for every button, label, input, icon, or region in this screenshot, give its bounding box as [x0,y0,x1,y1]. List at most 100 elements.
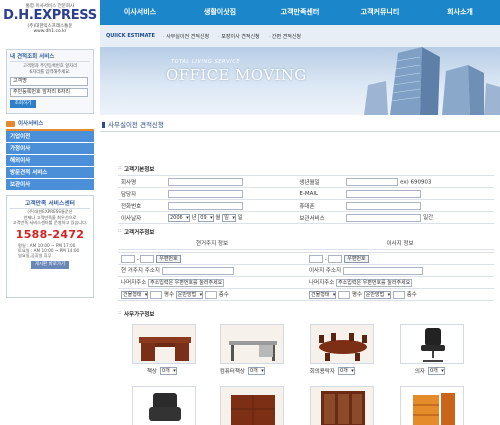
meeting-table-image [310,324,374,364]
sidebar-item-home[interactable]: 가정이사 [6,143,94,155]
sub-nav-simple-estimate[interactable]: 간편 견적신청 [269,33,301,40]
phone-label: 전화번호 [118,199,165,212]
mobile-label: 휴대폰 [296,199,344,212]
sub-nav-quick-estimate[interactable]: QUIICK ESTIMATE [106,33,155,39]
estimate-lookup-title: 내 견적조회 서비스 [10,52,90,62]
sidebar-item-visit-estimate[interactable]: 방문견적 서비스 [6,167,94,179]
logo-block[interactable]: 통합 이사서비스 전문회사 D.H.EXPRESS (주)대한익스프레스통운 w… [0,0,100,47]
current-building-select[interactable]: 건물형태 [121,290,149,299]
year-select[interactable]: 2006 [168,213,190,222]
email-label: E-MAIL [296,187,344,200]
sofa-image [132,386,196,425]
furniture-item-chair: 의자 0개 [390,324,474,376]
page-title: 사무실이전 견적신청 [100,118,500,132]
current-zip-button[interactable]: 우편번호 [156,254,181,263]
top-nav-living[interactable]: 생활이삿짐 [180,0,260,25]
current-floor-label: 층수 [218,292,229,299]
manager-label: 담당자 [118,187,165,200]
current-zip1-input[interactable] [121,254,135,263]
furniture-name: 회의용탁자 [309,368,335,375]
day-select[interactable]: 일 [222,213,236,222]
move-zip2-input[interactable] [328,254,343,263]
furniture-item-sofa [122,386,206,425]
move-addr-input[interactable] [342,266,423,275]
current-remaining-label: 나머지주소 [121,280,147,287]
estimate-lookup-desc: 6자리를 입력해주세요. [29,69,71,75]
header: 통합 이사서비스 전문회사 D.H.EXPRESS (주)대한익스프레스통운 w… [0,0,500,47]
current-pyeong-input[interactable] [150,290,163,299]
manager-input[interactable] [168,189,243,198]
move-zip-button[interactable]: 우편번호 [344,254,369,263]
current-addr-input[interactable] [161,266,234,275]
current-zip2-input[interactable] [140,254,155,263]
furniture-item-meeting-table: 회의용탁자 0개 [300,324,384,376]
email-input[interactable] [346,189,422,198]
move-elevator-select[interactable]: 운반방법 [363,290,392,299]
estimate-lookup-box: 내 견적조회 서비스 고객명과 주민등록번호 앞자리 6자리를 입력해주세요. … [6,49,94,114]
cabinet-image [220,386,284,425]
cs-desc: 고객만족 서비스센터를 운영하고 있습니다. [12,220,88,225]
computer-desk-qty-select[interactable]: 0개 [248,367,265,375]
logo[interactable]: D.H.EXPRESS [0,9,100,23]
top-nav-moving[interactable]: 이사서비스 [100,0,180,25]
top-nav-cs[interactable]: 고객만족센터 [260,0,340,25]
storage-input[interactable] [346,213,422,222]
cs-center-box: 고객만족 서비스센터 (주)대한EXPRESS통운은 언제나 고객만족을 최우선… [6,195,94,298]
company-input[interactable] [168,177,243,186]
move-pyeong-input[interactable] [338,290,351,299]
office-moving-banner: TOTAL LIVING SERVICE OFFICE MOVING [100,47,500,115]
current-elevator-select[interactable]: 운반방법 [175,290,204,299]
goods-section-title: 사무가구정보 [118,310,154,318]
move-floor-input[interactable] [392,290,405,299]
month-select[interactable]: 09 [198,213,214,222]
current-remaining-input[interactable]: 주소입력은 우편번호를 눌러주세요 [148,278,225,287]
bookshelf-image [310,386,374,425]
current-addr-label: 현 거주지 주소지 [121,268,160,275]
move-floor-label: 층수 [406,292,417,299]
move-addr-label: 이사지 주소지 [309,268,342,275]
furniture-item-computer-desk: 컴퓨터책상 0개 [210,324,294,376]
customer-info-table: 회사명 생년월일 ex) 690903 담당자 E-MAIL 전화번호 휴대폰 … [118,175,494,224]
truck-icon [6,121,15,127]
month-unit: 월 [215,215,221,222]
current-address-head: 현거주지 정보 [118,238,306,250]
top-nav-community[interactable]: 고객커뮤니티 [340,0,420,25]
resident-number-input[interactable]: 주민등록번호 앞자리 6자리 [10,88,88,97]
lookup-button[interactable]: 조회하기 [10,100,36,108]
year-unit: 년 [191,215,197,222]
phone-input[interactable] [168,201,243,210]
storage-unit: 일간 [423,215,434,222]
furniture-grid: 책상0개 컴퓨터책상0개 회의용탁자0개 [118,320,494,425]
birthday-hint: ex) 690903 [400,179,432,185]
furniture-item-desk: 책상 0개 [122,324,206,376]
customer-name-input[interactable]: 고객명 [10,77,88,86]
furniture-item-cabinet [210,386,294,425]
sidebar-item-storage[interactable]: 보관이사 [6,179,94,191]
logo-url: www.dh1.co.kr [33,29,67,34]
move-zip1-input[interactable] [309,254,323,263]
move-building-select[interactable]: 건물형태 [309,290,337,299]
title-bullet [102,122,105,128]
sub-nav-office-estimate[interactable]: 사무실이전 견적신청 [163,33,209,40]
board-button[interactable]: 게시판 바로가기 [30,261,70,270]
top-nav-about[interactable]: 회사소개 [420,0,500,25]
chair-image [400,324,464,364]
address-table: - 우편번호 - 우편번호 현 거주지 주소지 이사지 주소지 나머지주소 주소… [118,252,494,301]
furniture-name: 의자 [414,368,425,375]
drawer-image [400,386,464,425]
sub-nav-packing-estimate[interactable]: 포장이사 견적신청 [218,33,259,40]
sidebar-item-office[interactable]: 기업이전 [6,131,94,143]
chair-qty-select[interactable]: 0개 [428,367,445,375]
desk-qty-select[interactable]: 0개 [160,367,177,375]
meeting-table-qty-select[interactable]: 0개 [338,367,355,375]
current-pyeong-label: 평수 [163,292,175,299]
move-remaining-label: 나머지주소 [309,280,335,287]
address-section-title: 고객거주정보 [118,228,154,236]
birthday-input[interactable] [346,177,399,186]
banner-subtitle: TOTAL LIVING SERVICE [171,59,241,65]
move-remaining-input[interactable]: 주소입력은 우편번호를 눌러주세요 [336,278,413,287]
customer-section-title: 고객기본정보 [118,165,154,173]
mobile-input[interactable] [346,201,422,210]
current-floor-input[interactable] [204,290,217,299]
sidebar-item-overseas[interactable]: 해외이사 [6,155,94,167]
